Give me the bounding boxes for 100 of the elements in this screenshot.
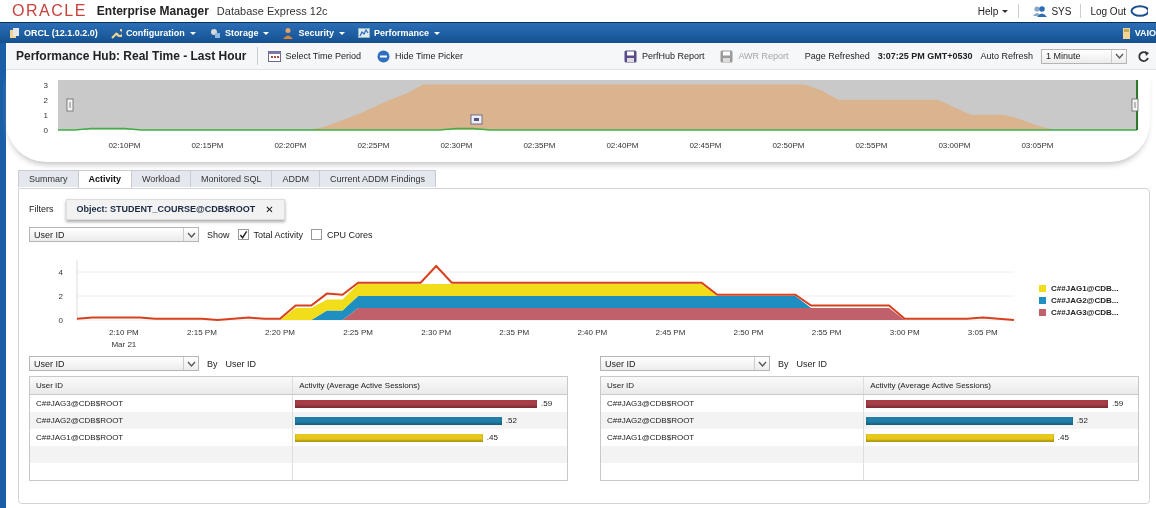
axis-label: 3:05 PM <box>967 328 998 337</box>
column-header[interactable]: Activity (Average Active Sessions) <box>293 377 567 394</box>
minus-circle-icon <box>377 49 391 63</box>
date-label: Mar 21 <box>111 340 137 349</box>
refreshed-label: Page Refreshed <box>804 51 870 61</box>
report-button[interactable]: PerfHub Report <box>623 49 705 63</box>
axis-label: 2:35 PM <box>499 328 530 337</box>
axis-label: 02:45PM <box>689 141 722 150</box>
toolbar-button[interactable]: Hide Time Picker <box>377 49 464 63</box>
column-header[interactable]: User ID <box>30 377 294 394</box>
filter-chip[interactable]: Object: STUDENT_COURSE@CDB$ROOT ✕ <box>65 198 285 220</box>
axis-label: 2 <box>58 292 63 301</box>
range-handle[interactable] <box>66 98 74 112</box>
tab[interactable]: ADDM <box>271 170 320 187</box>
dropdown[interactable]: User ID <box>29 356 199 371</box>
product-name: Enterprise Manager <box>96 4 209 18</box>
page-title: Performance Hub: Real Time - Last Hour <box>16 49 247 63</box>
dropdown[interactable]: 1 Minute <box>1041 48 1127 64</box>
axis-label: 0 <box>58 316 63 325</box>
nav-menu[interactable]: ORCL (12.1.0.2.0) <box>8 27 98 39</box>
host-menu[interactable]: VAIO <box>1121 26 1156 40</box>
axis-label: 0 <box>43 126 48 135</box>
bar-value: .52 <box>1076 416 1088 425</box>
calendar-icon <box>267 49 281 63</box>
legend-label: C##JAG3@CDB... <box>1051 307 1119 317</box>
chevron-icon <box>757 360 767 367</box>
axis-label: 02:55PM <box>855 141 888 150</box>
auto-refresh-label: Auto Refresh <box>980 51 1033 61</box>
dropdown[interactable]: User ID <box>29 227 199 242</box>
axis-label: 02:30PM <box>440 141 473 150</box>
user-icon <box>1032 5 1048 17</box>
help-menu[interactable]: Help <box>977 5 1010 17</box>
axis-label: 2:40 PM <box>577 328 608 337</box>
caret-icon <box>1001 8 1010 14</box>
bar-value: .45 <box>1057 433 1069 442</box>
edition-label: Database Express 12c <box>216 5 328 17</box>
axis-label: 2:50 PM <box>733 328 764 337</box>
axis-label: 2:10 PM <box>108 328 139 337</box>
save-icon <box>623 49 637 63</box>
nav-menu[interactable]: Configuration <box>109 27 197 39</box>
axis-label: 4 <box>58 268 63 277</box>
tab[interactable]: Current ADDM Findings <box>318 170 436 187</box>
save-icon <box>720 49 734 63</box>
table-cell: C##JAG2@CDB$ROOT <box>30 412 294 429</box>
axis-label: 2 <box>43 95 48 105</box>
range-handle[interactable] <box>1131 98 1139 112</box>
filters-label: Filters <box>29 204 54 214</box>
axis-label: 2:25 PM <box>343 328 373 337</box>
by-value: User ID <box>225 358 257 369</box>
checkbox-label: CPU Cores <box>327 229 373 240</box>
axis-label: 02:40PM <box>606 141 639 150</box>
axis-label: 03:00PM <box>938 141 971 150</box>
bar-value: .52 <box>505 416 517 425</box>
bar-value: .59 <box>1112 399 1124 408</box>
database-icon <box>8 27 20 39</box>
table-cell: C##JAG2@CDB$ROOT <box>601 412 865 429</box>
column-header[interactable]: Activity (Average Active Sessions) <box>864 377 1138 394</box>
axis-label: 2:15 PM <box>187 328 217 337</box>
refreshed-time: 3:07:25 PM GMT+0530 <box>877 51 973 61</box>
show-label: Show <box>207 229 230 240</box>
logout-link[interactable]: Log Out <box>1090 5 1126 17</box>
tab[interactable]: Summary <box>18 170 79 187</box>
axis-label: 02:50PM <box>772 141 805 150</box>
axis-label: 3:00 PM <box>889 328 920 337</box>
checkbox[interactable] <box>237 229 249 240</box>
oracle-logo: ORACLE <box>12 2 87 20</box>
by-label: By <box>207 358 218 369</box>
chart-icon <box>357 27 370 39</box>
chevron-icon <box>186 360 196 367</box>
storage-icon <box>208 27 221 39</box>
axis-label: 02:20PM <box>274 141 307 150</box>
axis-label: 2:20 PM <box>265 328 295 337</box>
tab[interactable]: Activity <box>77 170 133 188</box>
nav-menu[interactable]: Security <box>282 27 346 39</box>
nav-menu[interactable]: Performance <box>357 27 441 39</box>
axis-label: 3 <box>43 80 48 90</box>
person-icon <box>282 27 295 39</box>
column-header[interactable]: User ID <box>601 377 865 394</box>
axis-label: 02:15PM <box>191 141 224 150</box>
pan-handle[interactable] <box>470 114 483 125</box>
refresh-icon[interactable] <box>1137 49 1150 63</box>
toolbar-button[interactable]: Select Time Period <box>267 49 362 63</box>
bar-value: .59 <box>541 399 553 408</box>
chevron-icon <box>1114 53 1124 59</box>
checkbox[interactable] <box>311 229 323 240</box>
tab[interactable]: Workload <box>131 170 191 187</box>
axis-label: 02:35PM <box>523 141 556 150</box>
user-name: SYS <box>1051 5 1072 17</box>
by-label: By <box>778 358 789 369</box>
tab[interactable]: Monitored SQL <box>189 170 273 187</box>
axis-label: 2:30 PM <box>421 328 452 337</box>
axis-label: 02:10PM <box>108 141 141 150</box>
axis-label: 2:55 PM <box>811 328 842 337</box>
dropdown[interactable]: User ID <box>600 356 770 371</box>
remove-filter-button[interactable]: ✕ <box>265 203 274 215</box>
chevron-icon <box>186 231 196 238</box>
nav-menu[interactable]: Storage <box>208 27 271 39</box>
server-icon <box>1121 26 1131 40</box>
checkmark-icon <box>238 229 248 240</box>
axis-label: 03:05PM <box>1021 141 1054 150</box>
